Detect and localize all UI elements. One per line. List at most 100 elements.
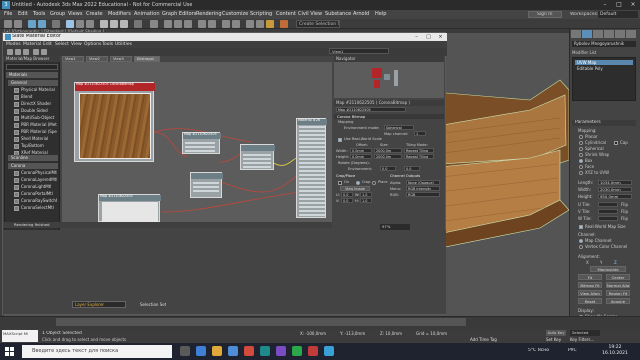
browser-item[interactable]: Physical Material xyxy=(21,87,57,93)
browser-item[interactable]: PBR Material (Metal... xyxy=(21,122,57,128)
menu-animation[interactable]: Animation xyxy=(134,11,160,17)
browser-item[interactable]: CoronaPortalMtl xyxy=(21,191,57,197)
sme-menu-options[interactable]: Options xyxy=(84,42,101,47)
shrink-wrap-radio[interactable] xyxy=(579,153,583,157)
sme-menu-utilities[interactable]: Utilities xyxy=(115,42,132,47)
browser-item[interactable]: Double Sided xyxy=(21,108,57,114)
sme-maximize-icon[interactable]: □ xyxy=(423,33,434,41)
axis-z-radio[interactable]: Z xyxy=(614,260,617,265)
node-slot[interactable] xyxy=(185,146,215,148)
menu-scripting[interactable]: Scripting xyxy=(250,11,272,17)
node-slot[interactable] xyxy=(185,150,215,152)
sme-menu-tools[interactable]: Tools xyxy=(102,42,113,47)
menu-graph-editors[interactable]: Graph Editors xyxy=(162,11,196,17)
minimize-icon[interactable]: – xyxy=(598,0,612,10)
z-coordinate[interactable]: Z: 10,0mm xyxy=(380,331,402,336)
browser-item[interactable]: Blend xyxy=(21,94,57,100)
material-slot-list[interactable] xyxy=(299,126,325,216)
browser-group-corona[interactable]: Corona xyxy=(8,163,58,169)
browser-group-scanline[interactable]: Scanline xyxy=(8,155,58,161)
sme-menu-material[interactable]: Material xyxy=(23,42,41,47)
sme-minimize-icon[interactable]: – xyxy=(411,33,422,41)
pick-material-icon[interactable] xyxy=(7,49,13,55)
map-name-field[interactable]: Map #2110622505 xyxy=(336,107,406,112)
crop-v-spinner[interactable]: 0,0 xyxy=(341,198,353,203)
app-icon[interactable] xyxy=(308,346,318,356)
place-radio[interactable] xyxy=(372,181,376,185)
mirror-icon[interactable] xyxy=(198,20,206,28)
browser-item[interactable]: CoronaRaySwitchMtl xyxy=(21,198,57,204)
browser-group-general[interactable]: General xyxy=(8,80,58,86)
center-button[interactable]: Center xyxy=(606,274,630,280)
spherical-radio[interactable] xyxy=(579,147,583,151)
browser-item[interactable]: DirectX Shader xyxy=(21,101,57,107)
stack-item-editable-poly[interactable]: Editable Poly xyxy=(575,66,633,71)
key-filters-button[interactable]: Key Filters... xyxy=(570,337,594,342)
maximize-icon[interactable]: □ xyxy=(612,0,626,10)
menu-edit[interactable]: Edit xyxy=(18,11,28,17)
crop-radio[interactable] xyxy=(356,181,360,185)
node-canvas[interactable]: Map #2110622505 CoronaBitmap Map #211062… xyxy=(62,62,332,222)
modifier-list-dropdown[interactable]: Modifier List xyxy=(572,50,596,55)
real-world-map-size-checkbox[interactable] xyxy=(579,225,583,229)
select-object-icon[interactable] xyxy=(66,20,74,28)
node-map-lower[interactable] xyxy=(190,172,223,198)
close-icon[interactable]: × xyxy=(626,0,640,10)
app-icon[interactable] xyxy=(292,346,302,356)
time-slider[interactable] xyxy=(56,318,466,326)
angle-snap-icon[interactable] xyxy=(174,20,182,28)
sme-menu-select[interactable]: Select xyxy=(55,42,69,47)
modify-tab-icon[interactable] xyxy=(582,30,592,38)
node-slot[interactable] xyxy=(243,166,271,168)
tiling-height-select[interactable]: Repeat Tiling xyxy=(404,154,434,159)
crop-h-spinner[interactable]: 1,0 xyxy=(360,198,372,203)
menu-modifiers[interactable]: Modifiers xyxy=(108,11,131,17)
object-name-field[interactable]: Rybolov Mnogoyarushnik xyxy=(572,41,636,47)
rgb-select[interactable]: RGB xyxy=(406,192,440,197)
fit-button[interactable]: Fit xyxy=(578,274,602,280)
browser-item[interactable]: CoronaSelectMtl xyxy=(21,205,57,211)
bitmap-fit-button[interactable]: Bitmap Fit xyxy=(578,282,602,288)
menu-rendering[interactable]: Rendering xyxy=(196,11,222,17)
crop-on-checkbox[interactable] xyxy=(338,181,342,185)
face-radio[interactable] xyxy=(579,165,583,169)
browser-search-input[interactable] xyxy=(6,64,58,70)
material-editor-icon[interactable] xyxy=(266,20,274,28)
cap-checkbox[interactable] xyxy=(614,141,618,145)
alpha-select[interactable]: None (Opaque) xyxy=(406,180,440,185)
schematic-icon[interactable] xyxy=(256,20,264,28)
node-slot[interactable] xyxy=(243,158,271,160)
view-image-button[interactable]: View Image xyxy=(340,186,370,191)
axis-x-radio[interactable]: X xyxy=(586,260,589,265)
workspace-select[interactable]: Default xyxy=(598,11,638,18)
node-slot[interactable] xyxy=(185,142,215,144)
u-flip-label[interactable]: Flip xyxy=(621,202,628,207)
menu-tools[interactable]: Tools xyxy=(33,11,45,17)
menu-customize[interactable]: Customize xyxy=(222,11,248,17)
size-width-spinner[interactable]: 2000,0m xyxy=(374,148,402,153)
snap-icon[interactable] xyxy=(164,20,172,28)
v-tile-spinner[interactable] xyxy=(598,209,618,214)
app-icon[interactable] xyxy=(276,346,286,356)
menu-group[interactable]: Group xyxy=(50,11,65,17)
browser-item[interactable]: PBR Material (Spec... xyxy=(21,129,57,135)
sme-close-icon[interactable]: × xyxy=(435,33,446,41)
node-map-small[interactable]: Map #2110622505 xyxy=(182,132,221,154)
select-by-name-icon[interactable] xyxy=(76,20,84,28)
task-view-icon[interactable] xyxy=(180,346,190,356)
create-tab-icon[interactable] xyxy=(571,30,581,38)
node-material[interactable]: Material #26 xyxy=(296,118,327,218)
node-slot[interactable] xyxy=(193,182,219,184)
add-time-tag-button[interactable]: Add Time Tag xyxy=(470,337,497,342)
3dsmax-taskbar-icon[interactable] xyxy=(260,346,270,356)
browser-item[interactable]: Shell Material xyxy=(21,136,57,142)
menu-file[interactable]: File xyxy=(4,11,12,17)
browser-item[interactable]: Top/Bottom xyxy=(21,143,57,149)
rotate-u-spinner[interactable]: 0,0 xyxy=(380,166,396,171)
length-spinner[interactable]: 1034,0mm xyxy=(598,180,632,185)
axis-y-radio[interactable]: Y xyxy=(600,260,602,265)
layer-explorer-field[interactable]: Layer Explorer xyxy=(72,301,126,308)
weather-widget[interactable]: 5°C Ясно xyxy=(528,348,549,353)
maxscript-listener[interactable]: MAXScript Mi xyxy=(2,330,38,342)
offset-width-spinner[interactable]: 0,0mm xyxy=(350,148,372,153)
